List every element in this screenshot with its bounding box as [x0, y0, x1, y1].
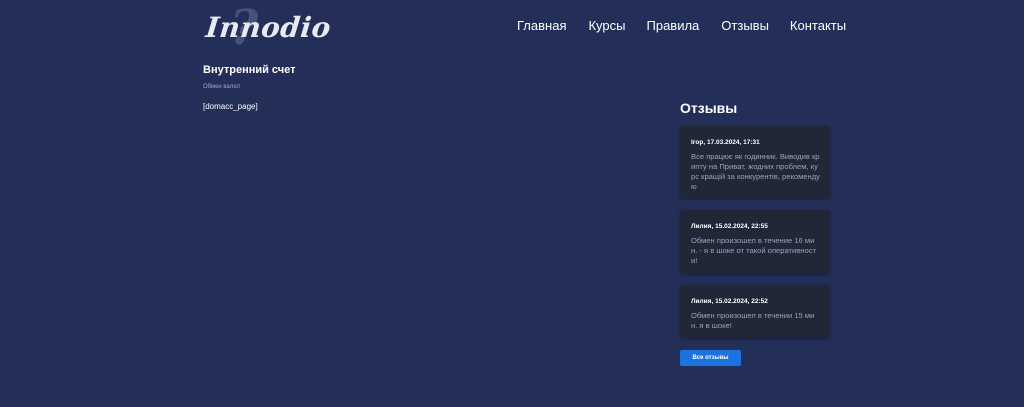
review-card: Лилия, 15.02.2024, 22:52 Обмен произошел…	[680, 285, 830, 338]
breadcrumb[interactable]: Обмен валют	[203, 84, 241, 90]
page-title: Внутренний счет	[203, 64, 296, 76]
main-nav: Главная Курсы Правила Отзывы Контакты	[517, 18, 846, 34]
nav-item-rules[interactable]: Правила	[647, 18, 700, 34]
logo-text: Innodio	[204, 11, 333, 44]
review-author-date: Лилия, 15.02.2024, 22:52	[691, 298, 768, 305]
nav-item-rates[interactable]: Курсы	[588, 18, 625, 34]
reviews-heading: Отзывы	[680, 100, 738, 116]
nav-item-contacts[interactable]: Контакты	[790, 18, 846, 34]
nav-item-reviews[interactable]: Отзывы	[721, 18, 769, 34]
all-reviews-button[interactable]: Все отзывы	[680, 350, 741, 366]
site-logo[interactable]: ? Innodio	[204, 4, 332, 52]
review-card: Лилия, 15.02.2024, 22:55 Обмен произошел…	[680, 210, 830, 274]
nav-item-home[interactable]: Главная	[517, 18, 566, 34]
review-text: Все працює як годинник. Виводив крипту н…	[691, 152, 820, 191]
page: ? Innodio Главная Курсы Правила Отзывы К…	[0, 0, 1024, 407]
review-author-date: Ігор, 17.03.2024, 17:31	[691, 139, 760, 146]
page-shortcode: [domacc_page]	[203, 102, 258, 111]
review-card: Ігор, 17.03.2024, 17:31 Все працює як го…	[680, 126, 830, 198]
review-text: Обмен произошел в течении 15 мин. я в шо…	[691, 311, 815, 330]
review-author-date: Лилия, 15.02.2024, 22:55	[691, 223, 768, 230]
review-text: Обмен произошел в течение 16 мин. - я в …	[691, 236, 817, 265]
